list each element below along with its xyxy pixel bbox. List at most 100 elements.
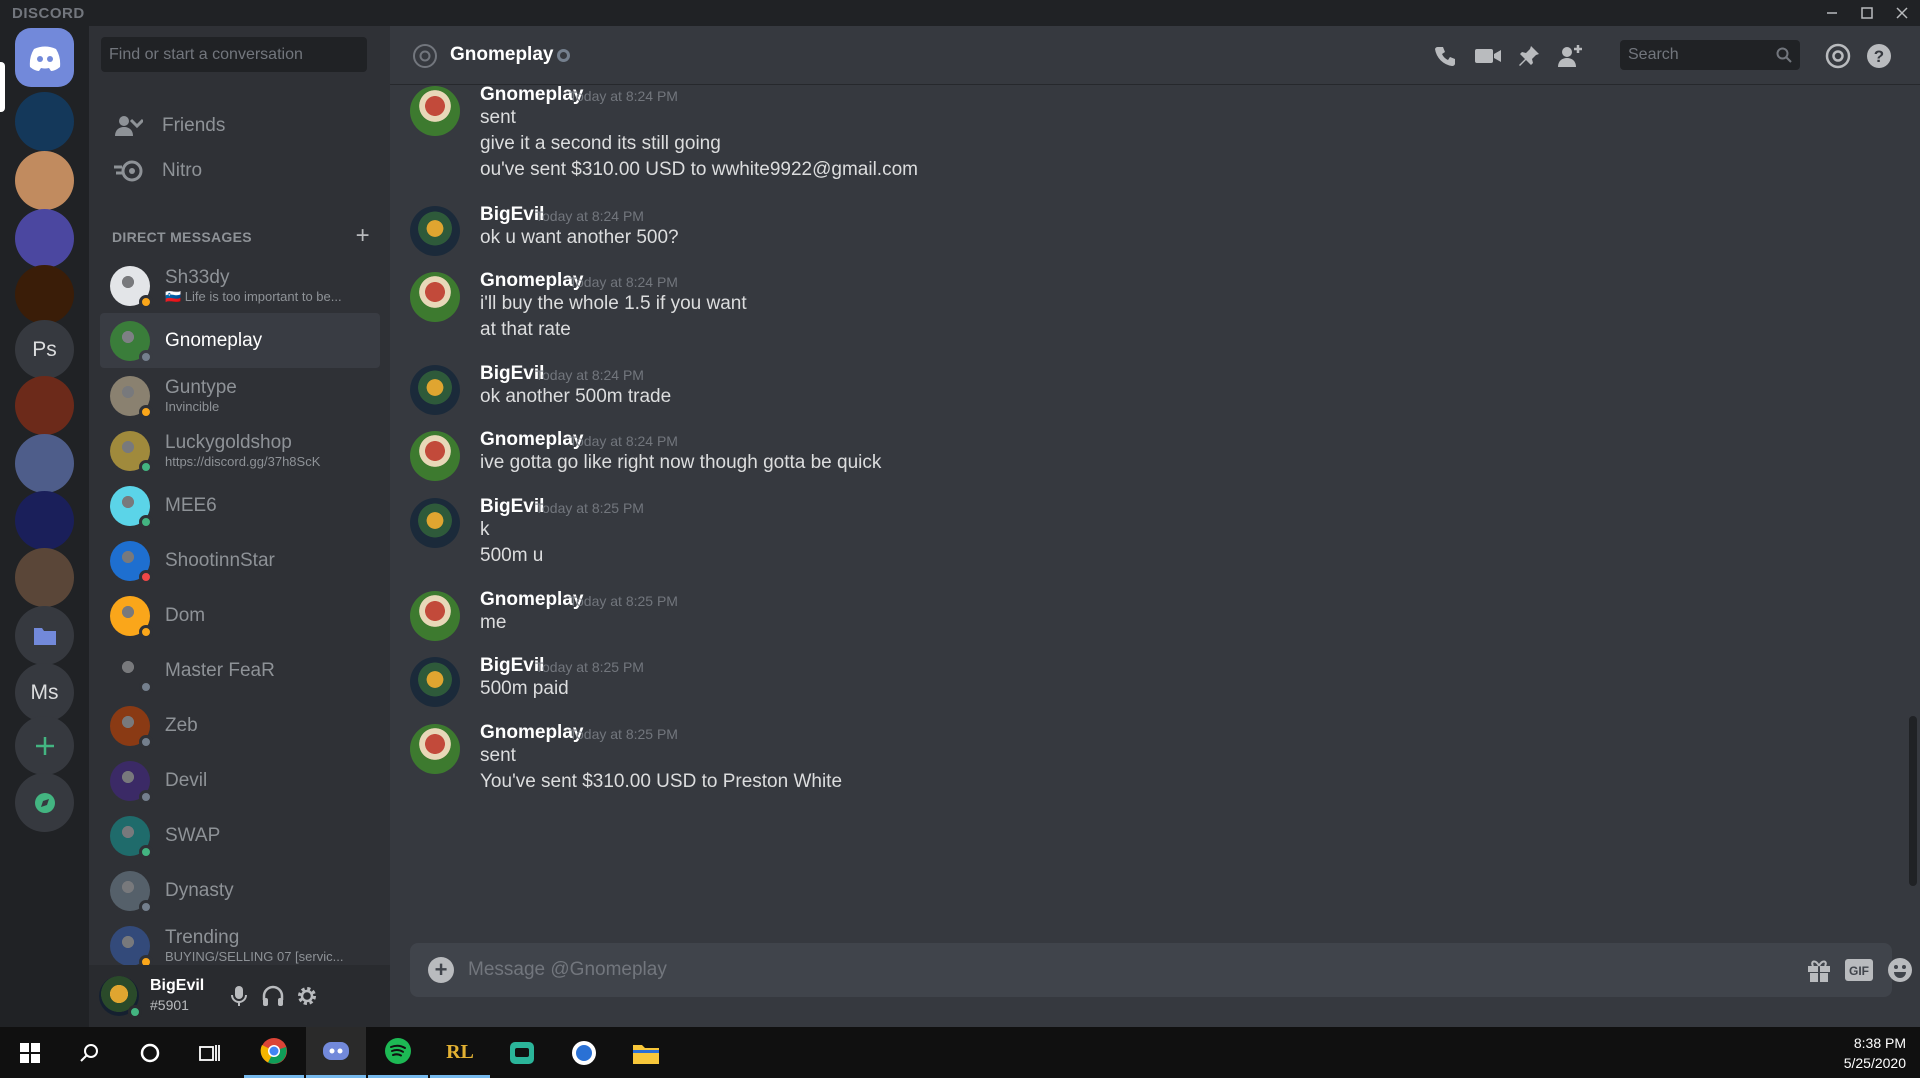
- find-conversation-input[interactable]: Find or start a conversation: [101, 37, 367, 72]
- maximize-icon: [1861, 7, 1873, 19]
- minimize-icon: [1827, 12, 1837, 14]
- message-avatar[interactable]: [410, 365, 460, 415]
- taskbar-app-blue[interactable]: [554, 1027, 614, 1078]
- send-gift-button[interactable]: [1804, 955, 1834, 985]
- help-button[interactable]: ?: [1865, 42, 1893, 70]
- server-label: Ps: [32, 337, 57, 361]
- explore-servers-button[interactable]: [15, 773, 74, 832]
- direct-messages-header: DIRECT MESSAGES +: [112, 222, 370, 249]
- message-avatar[interactable]: [410, 431, 460, 481]
- user-settings-button[interactable]: [293, 982, 321, 1010]
- server-icon-lucky[interactable]: [15, 92, 74, 151]
- message-author[interactable]: Gnomeplay: [480, 429, 583, 451]
- dm-item-devil[interactable]: Devil: [100, 753, 380, 808]
- dm-item-shootinnstar[interactable]: ShootinnStar: [100, 533, 380, 588]
- message-avatar[interactable]: [410, 498, 460, 548]
- message-avatar[interactable]: [410, 724, 460, 774]
- message-author[interactable]: Gnomeplay: [480, 270, 583, 292]
- dm-name: Devil: [165, 769, 208, 791]
- message-author[interactable]: Gnomeplay: [480, 86, 583, 106]
- taskbar-file-explorer[interactable]: [616, 1027, 676, 1078]
- mute-button[interactable]: [225, 982, 253, 1010]
- close-button[interactable]: [1885, 0, 1919, 26]
- add-friend-to-dm-button[interactable]: [1556, 42, 1584, 70]
- dm-item-gnomeplay[interactable]: Gnomeplay: [100, 313, 380, 368]
- pinned-messages-button[interactable]: [1515, 42, 1543, 70]
- server-icon-home[interactable]: [15, 28, 74, 87]
- taskbar-search-button[interactable]: [60, 1027, 120, 1078]
- deafen-button[interactable]: [259, 982, 287, 1010]
- dm-item-zeb[interactable]: Zeb: [100, 698, 380, 753]
- chat-area: Gnomeplay Search ? Gnomeplay Today at 8:…: [390, 26, 1920, 1027]
- compass-icon: [34, 792, 55, 813]
- upload-button[interactable]: +: [428, 957, 454, 983]
- message-avatar[interactable]: [410, 206, 460, 256]
- search-placeholder: Search: [1628, 46, 1679, 63]
- taskbar-runelite[interactable]: RL: [430, 1027, 490, 1078]
- message-avatar[interactable]: [410, 591, 460, 641]
- chat-header: Gnomeplay Search ?: [390, 26, 1920, 85]
- message-avatar[interactable]: [410, 272, 460, 322]
- dm-status-text: BUYING/SELLING 07 [servic...: [165, 949, 344, 964]
- message-author[interactable]: Gnomeplay: [480, 722, 583, 744]
- svg-text:RL: RL: [446, 1041, 474, 1063]
- dm-text: Devil: [165, 770, 207, 792]
- message-author[interactable]: Gnomeplay: [480, 589, 583, 611]
- minimize-button[interactable]: [1815, 0, 1849, 26]
- video-call-button[interactable]: [1474, 42, 1502, 70]
- add-server-button[interactable]: [15, 716, 74, 775]
- server-icon-face[interactable]: [15, 548, 74, 607]
- search-input[interactable]: Search: [1620, 40, 1800, 70]
- taskbar-spotify[interactable]: [368, 1027, 428, 1078]
- dm-item-sh33dy[interactable]: Sh33dy 🇸🇮 Life is too important to be...: [100, 258, 380, 313]
- taskbar-app-green[interactable]: [492, 1027, 552, 1078]
- message-avatar[interactable]: [410, 86, 460, 136]
- message-avatar[interactable]: [410, 657, 460, 707]
- emoji-picker-button[interactable]: [1885, 955, 1915, 985]
- nitro-nav-item[interactable]: Nitro: [100, 146, 380, 196]
- taskbar-discord[interactable]: [306, 1027, 366, 1078]
- message-timestamp: Today at 8:24 PM: [535, 208, 644, 224]
- system-clock[interactable]: 8:38 PM 5/25/2020: [1844, 1033, 1906, 1073]
- voice-call-button[interactable]: [1432, 42, 1460, 70]
- dm-item-dom[interactable]: Dom: [100, 588, 380, 643]
- server-icon-purple-monster[interactable]: [15, 209, 74, 268]
- server-icon-sr[interactable]: [15, 376, 74, 435]
- user-avatar[interactable]: [99, 976, 142, 1019]
- scrollbar-thumb[interactable]: [1909, 716, 1917, 886]
- dm-item-dynasty[interactable]: Dynasty: [100, 863, 380, 918]
- server-icon-ps[interactable]: Ps: [15, 320, 74, 379]
- message-composer[interactable]: + Message @Gnomeplay GIF: [410, 943, 1912, 997]
- cortana-icon: [140, 1043, 160, 1062]
- windows-icon: [20, 1042, 40, 1063]
- dm-name: Master FeaR: [165, 659, 275, 681]
- task-view-button[interactable]: [180, 1027, 240, 1078]
- server-icon-wolf[interactable]: [15, 434, 74, 493]
- dm-item-swap[interactable]: SWAP: [100, 808, 380, 863]
- server-icon-avatar-guy[interactable]: [15, 151, 74, 210]
- start-button[interactable]: [0, 1027, 60, 1078]
- title-bar: DISCORD: [0, 0, 1920, 26]
- dm-item-luckygoldshop[interactable]: Luckygoldshop https://discord.gg/37h8ScK: [100, 423, 380, 478]
- status-indicator: [139, 624, 153, 639]
- status-indicator: [139, 679, 153, 694]
- server-icon-ms[interactable]: Ms: [15, 663, 74, 722]
- friends-label: Friends: [162, 115, 226, 136]
- dm-item-guntype[interactable]: Guntype Invincible: [100, 368, 380, 423]
- taskbar-chrome[interactable]: [244, 1027, 304, 1078]
- maximize-button[interactable]: [1850, 0, 1884, 26]
- dm-name: Dynasty: [165, 879, 234, 901]
- dm-list: Sh33dy 🇸🇮 Life is too important to be... G…: [100, 258, 380, 973]
- scrollbar[interactable]: [1906, 86, 1920, 966]
- server-icon-b-server[interactable]: [15, 265, 74, 324]
- mentions-button[interactable]: [1824, 42, 1852, 70]
- server-icon-folder[interactable]: [15, 606, 74, 665]
- message-input[interactable]: Message @Gnomeplay: [468, 959, 667, 981]
- dm-item-master-fear[interactable]: Master FeaR: [100, 643, 380, 698]
- dm-item-mee6[interactable]: MEE6: [100, 478, 380, 533]
- create-dm-icon[interactable]: +: [356, 222, 370, 250]
- gif-picker-button[interactable]: GIF: [1844, 955, 1874, 985]
- friends-nav-item[interactable]: Friends: [100, 101, 380, 151]
- cortana-button[interactable]: [120, 1027, 180, 1078]
- server-icon-dark-blue[interactable]: [15, 491, 74, 550]
